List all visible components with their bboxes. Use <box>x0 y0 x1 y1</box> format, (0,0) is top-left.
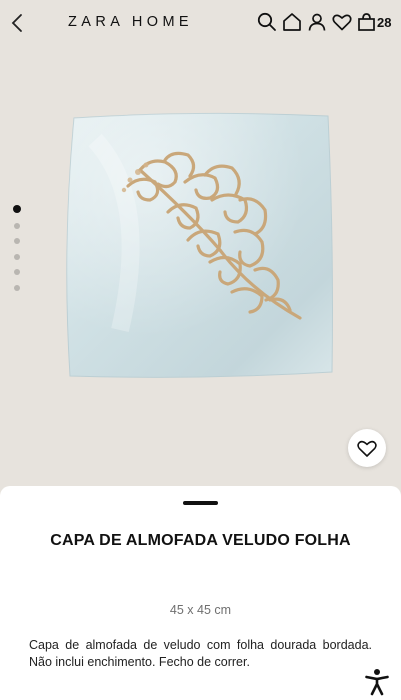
top-nav-bar: ZARA HOME 28 <box>0 0 401 46</box>
add-to-wishlist-button[interactable] <box>348 429 386 467</box>
gallery-dot[interactable] <box>13 205 21 213</box>
brand-logo[interactable]: ZARA HOME <box>68 14 218 30</box>
home-icon[interactable] <box>281 11 303 33</box>
product-info-sheet: CAPA DE ALMOFADA VELUDO FOLHA 45 x 45 cm… <box>0 486 401 700</box>
gallery-pagination <box>12 205 22 300</box>
back-icon[interactable] <box>8 12 28 34</box>
product-image-area[interactable] <box>0 0 401 500</box>
search-icon[interactable] <box>256 11 278 33</box>
cart-count-badge: 28 <box>377 15 392 30</box>
gallery-dot[interactable] <box>14 269 20 275</box>
product-size: 45 x 45 cm <box>169 603 232 617</box>
sheet-drag-handle[interactable] <box>183 501 218 505</box>
product-title: CAPA DE ALMOFADA VELUDO FOLHA <box>50 532 351 549</box>
gallery-dot[interactable] <box>14 222 20 229</box>
accessibility-icon[interactable] <box>364 668 390 696</box>
bag-icon[interactable] <box>356 11 378 33</box>
gallery-dot[interactable] <box>14 284 20 291</box>
product-description: Capa de almofada de veludo com folha dou… <box>29 638 372 669</box>
user-icon[interactable] <box>306 11 328 33</box>
gallery-dot[interactable] <box>14 253 20 260</box>
heart-icon <box>357 440 377 457</box>
gallery-dot[interactable] <box>14 238 20 244</box>
product-image[interactable] <box>0 0 401 500</box>
heart-icon[interactable] <box>331 11 353 33</box>
